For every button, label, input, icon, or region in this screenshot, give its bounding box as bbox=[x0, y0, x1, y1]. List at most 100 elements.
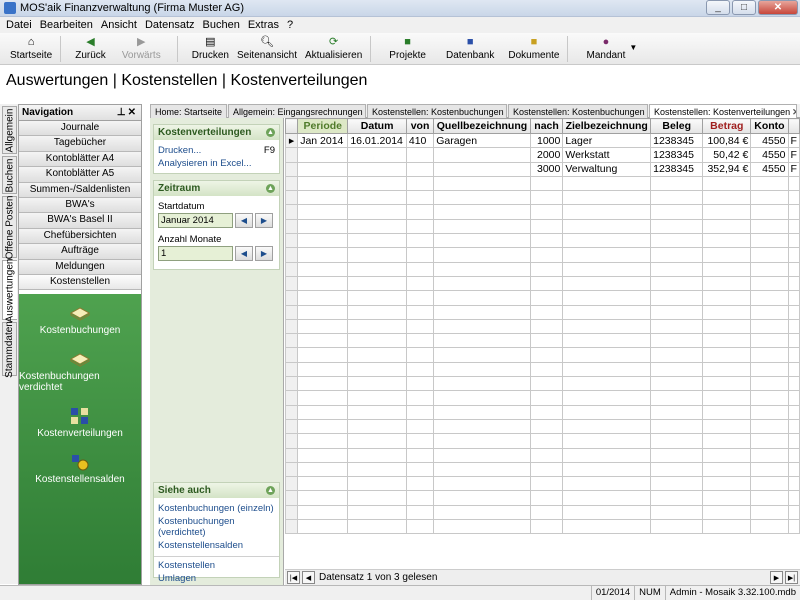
table-cell[interactable] bbox=[750, 461, 789, 478]
table-cell[interactable] bbox=[529, 519, 564, 535]
startseite-button[interactable]: ⌂ Startseite bbox=[6, 33, 56, 64]
table-cell[interactable] bbox=[787, 519, 800, 535]
table-cell[interactable]: F bbox=[787, 132, 800, 149]
menu-datensatz[interactable]: Datensatz bbox=[141, 19, 199, 31]
table-cell[interactable] bbox=[347, 361, 407, 378]
table-cell[interactable] bbox=[702, 404, 752, 420]
table-cell[interactable] bbox=[787, 304, 800, 320]
row-selector[interactable] bbox=[285, 333, 299, 349]
table-row[interactable] bbox=[285, 175, 800, 192]
table-cell[interactable] bbox=[650, 233, 704, 249]
table-cell[interactable] bbox=[750, 175, 789, 192]
table-cell[interactable] bbox=[433, 304, 531, 320]
table-cell[interactable] bbox=[297, 519, 349, 535]
link-umlagen[interactable]: Umlagen bbox=[154, 572, 279, 585]
table-cell[interactable] bbox=[297, 433, 349, 449]
col-quellbezeichnung[interactable]: Quellbezeichnung bbox=[433, 118, 531, 134]
table-cell[interactable] bbox=[347, 390, 407, 406]
table-cell[interactable] bbox=[347, 318, 407, 335]
table-cell[interactable] bbox=[562, 233, 652, 249]
table-row[interactable] bbox=[285, 433, 800, 449]
table-cell[interactable] bbox=[702, 376, 752, 392]
table-cell[interactable] bbox=[750, 304, 789, 320]
mandant-dropdown-icon[interactable]: ▼ bbox=[629, 43, 637, 52]
row-selector[interactable] bbox=[285, 476, 299, 492]
row-selector[interactable] bbox=[285, 147, 299, 163]
row-selector[interactable] bbox=[285, 190, 299, 206]
col-konto[interactable]: Konto bbox=[750, 118, 789, 134]
row-selector[interactable] bbox=[285, 433, 299, 449]
table-cell[interactable]: Lager bbox=[562, 132, 652, 149]
table-cell[interactable] bbox=[650, 404, 704, 420]
table-cell[interactable] bbox=[433, 461, 531, 478]
menu-datei[interactable]: Datei bbox=[2, 19, 36, 31]
table-cell[interactable] bbox=[405, 433, 435, 449]
table-cell[interactable] bbox=[650, 275, 704, 292]
table-cell[interactable] bbox=[297, 461, 349, 478]
table-row[interactable] bbox=[285, 447, 800, 463]
table-cell[interactable] bbox=[562, 218, 652, 235]
row-selector[interactable] bbox=[285, 504, 299, 521]
table-cell[interactable] bbox=[650, 175, 704, 192]
table-row[interactable] bbox=[285, 218, 800, 235]
table-cell[interactable] bbox=[702, 461, 752, 478]
table-cell[interactable] bbox=[347, 433, 407, 449]
table-cell[interactable] bbox=[433, 347, 531, 363]
prev-record-button[interactable]: ◀ bbox=[302, 571, 315, 584]
analysieren-link[interactable]: Analysieren in Excel... bbox=[154, 157, 279, 170]
forward-button[interactable]: ▶ Vorwärts bbox=[118, 33, 165, 64]
vtab-allgemein[interactable]: Allgemein bbox=[2, 106, 17, 154]
table-cell[interactable] bbox=[562, 519, 652, 535]
monate-next-button[interactable]: ▶ bbox=[255, 246, 273, 261]
nav-item-auftraege[interactable]: Aufträge bbox=[19, 244, 141, 260]
row-selector[interactable] bbox=[285, 461, 299, 478]
table-cell[interactable] bbox=[787, 447, 800, 463]
row-selector[interactable] bbox=[285, 447, 299, 463]
table-cell[interactable] bbox=[405, 233, 435, 249]
table-cell[interactable] bbox=[702, 433, 752, 449]
table-row[interactable] bbox=[285, 333, 800, 349]
table-cell[interactable]: Werkstatt bbox=[562, 147, 652, 163]
table-cell[interactable]: 4550 bbox=[750, 161, 789, 177]
table-cell[interactable] bbox=[529, 461, 564, 478]
row-selector[interactable] bbox=[285, 361, 299, 378]
table-cell[interactable] bbox=[433, 490, 531, 506]
table-row[interactable] bbox=[285, 233, 800, 249]
table-cell[interactable]: 16.01.2014 bbox=[347, 132, 407, 149]
row-selector[interactable] bbox=[285, 204, 299, 220]
monate-prev-button[interactable]: ◀ bbox=[235, 246, 253, 261]
table-cell[interactable] bbox=[650, 333, 704, 349]
table-cell[interactable]: 100,84 € bbox=[702, 132, 752, 149]
table-row[interactable] bbox=[285, 347, 800, 363]
table-cell[interactable]: 4550 bbox=[750, 132, 789, 149]
table-row[interactable] bbox=[285, 361, 800, 378]
table-row[interactable] bbox=[285, 390, 800, 406]
startdatum-next-button[interactable]: ▶ bbox=[255, 213, 273, 228]
table-row[interactable] bbox=[285, 476, 800, 492]
link-kostenstellensalden[interactable]: Kostenstellensalden bbox=[154, 539, 279, 552]
table-cell[interactable] bbox=[433, 190, 531, 206]
table-cell[interactable] bbox=[297, 318, 349, 335]
table-cell[interactable] bbox=[433, 275, 531, 292]
nav-item-meldungen[interactable]: Meldungen bbox=[19, 259, 141, 275]
table-row[interactable] bbox=[285, 376, 800, 392]
table-cell[interactable] bbox=[347, 490, 407, 506]
table-cell[interactable] bbox=[787, 361, 800, 378]
nav-kostenverteilungen[interactable]: Kostenverteilungen bbox=[19, 407, 141, 439]
nav-kostenbuchungen[interactable]: Kostenbuchungen bbox=[19, 304, 141, 336]
table-cell[interactable] bbox=[750, 290, 789, 306]
table-cell[interactable] bbox=[787, 218, 800, 235]
table-cell[interactable] bbox=[433, 218, 531, 235]
table-cell[interactable] bbox=[405, 333, 435, 349]
table-cell[interactable] bbox=[405, 404, 435, 420]
row-selector[interactable] bbox=[285, 490, 299, 506]
table-cell[interactable] bbox=[702, 476, 752, 492]
close-tab-icon[interactable]: ✕ bbox=[506, 107, 507, 118]
table-cell[interactable]: 3000 bbox=[529, 161, 564, 177]
table-cell[interactable] bbox=[405, 304, 435, 320]
table-cell[interactable]: 1238345 bbox=[650, 161, 704, 177]
table-cell[interactable] bbox=[529, 290, 564, 306]
table-cell[interactable] bbox=[750, 519, 789, 535]
col-extra[interactable] bbox=[787, 118, 800, 134]
table-cell[interactable] bbox=[529, 175, 564, 192]
